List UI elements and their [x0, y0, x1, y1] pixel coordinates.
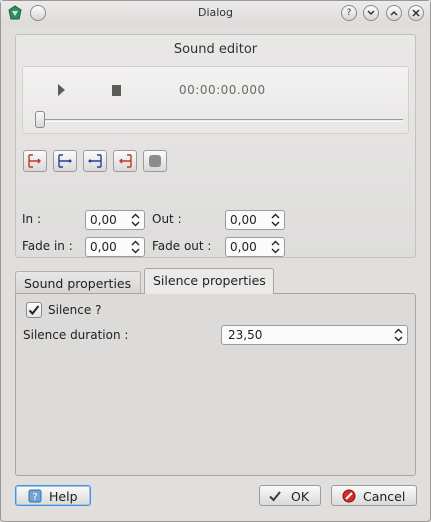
spin-arrows-icon[interactable] [131, 240, 140, 254]
silence-duration-label: Silence duration : [23, 328, 129, 342]
help-icon[interactable]: ? [341, 5, 357, 21]
checkmark-icon [28, 305, 40, 315]
spin-arrows-icon[interactable] [271, 240, 280, 254]
spin-arrows-icon[interactable] [271, 213, 280, 227]
spin-arrows-icon[interactable] [394, 328, 403, 342]
record-button[interactable] [143, 150, 167, 172]
sound-editor-group: Sound editor 00:00:00.000 In: 0,00 Out … [15, 34, 416, 258]
fade-out-label: Fade out : [152, 239, 212, 253]
fade-out-value: 0,00 [230, 240, 257, 254]
position-slider-track[interactable] [35, 119, 403, 122]
set-fade-in-icon [58, 154, 72, 168]
silence-checkbox[interactable] [26, 302, 42, 318]
ok-button-label: OK [291, 489, 310, 504]
fade-in-value: 0,00 [90, 240, 117, 254]
help-button[interactable]: ? Help [15, 485, 91, 506]
set-fade-out-icon [88, 154, 102, 168]
dialog-window: Dialog ? Sound editor 00:00:00.000 In: … [0, 0, 431, 522]
spin-arrows-icon[interactable] [131, 213, 140, 227]
out-value: 0,00 [230, 213, 257, 227]
set-out-button[interactable] [113, 150, 137, 172]
cancel-button[interactable]: Cancel [331, 485, 417, 506]
minimize-icon[interactable] [363, 5, 379, 21]
fade-in-spinbox[interactable]: 0,00 [85, 237, 145, 257]
maximize-icon[interactable] [386, 5, 402, 21]
set-in-button[interactable] [23, 150, 47, 172]
in-label: In : [22, 212, 42, 226]
tab-silence-properties[interactable]: Silence properties [144, 268, 274, 294]
close-icon[interactable] [408, 5, 424, 21]
out-spinbox[interactable]: 0,00 [225, 210, 285, 230]
help-button-label: Help [49, 489, 78, 504]
set-fade-out-button[interactable] [83, 150, 107, 172]
silence-duration-value: 23,50 [228, 328, 263, 342]
in-value: 0,00 [90, 213, 117, 227]
in-spinbox[interactable]: 0,00 [85, 210, 145, 230]
out-label: Out : [152, 212, 182, 226]
ok-button[interactable]: OK [259, 485, 321, 506]
fade-out-spinbox[interactable]: 0,00 [225, 237, 285, 257]
set-fade-in-button[interactable] [53, 150, 77, 172]
set-in-icon [28, 154, 41, 168]
set-out-icon [119, 154, 132, 168]
fade-in-label: Fade in : [22, 239, 73, 253]
check-icon [269, 491, 281, 502]
titlebar[interactable]: Dialog ? [1, 1, 430, 25]
player-panel: 00:00:00.000 [22, 66, 409, 134]
silence-duration-spinbox[interactable]: 23,50 [221, 325, 408, 345]
tab-sound-properties[interactable]: Sound properties [15, 271, 141, 293]
position-slider-handle[interactable] [35, 111, 45, 128]
stop-icon[interactable] [112, 85, 121, 96]
silence-properties-panel: Silence ? Silence duration : 23,50 [15, 293, 416, 476]
play-icon[interactable] [58, 84, 65, 96]
help-icon: ? [28, 489, 42, 503]
silence-checkbox-label[interactable]: Silence ? [48, 303, 101, 317]
record-icon [149, 155, 161, 167]
time-display: 00:00:00.000 [179, 83, 266, 97]
svg-text:?: ? [32, 492, 37, 503]
cancel-button-label: Cancel [363, 489, 406, 504]
cancel-icon [342, 489, 356, 503]
sound-editor-title: Sound editor [173, 42, 258, 57]
